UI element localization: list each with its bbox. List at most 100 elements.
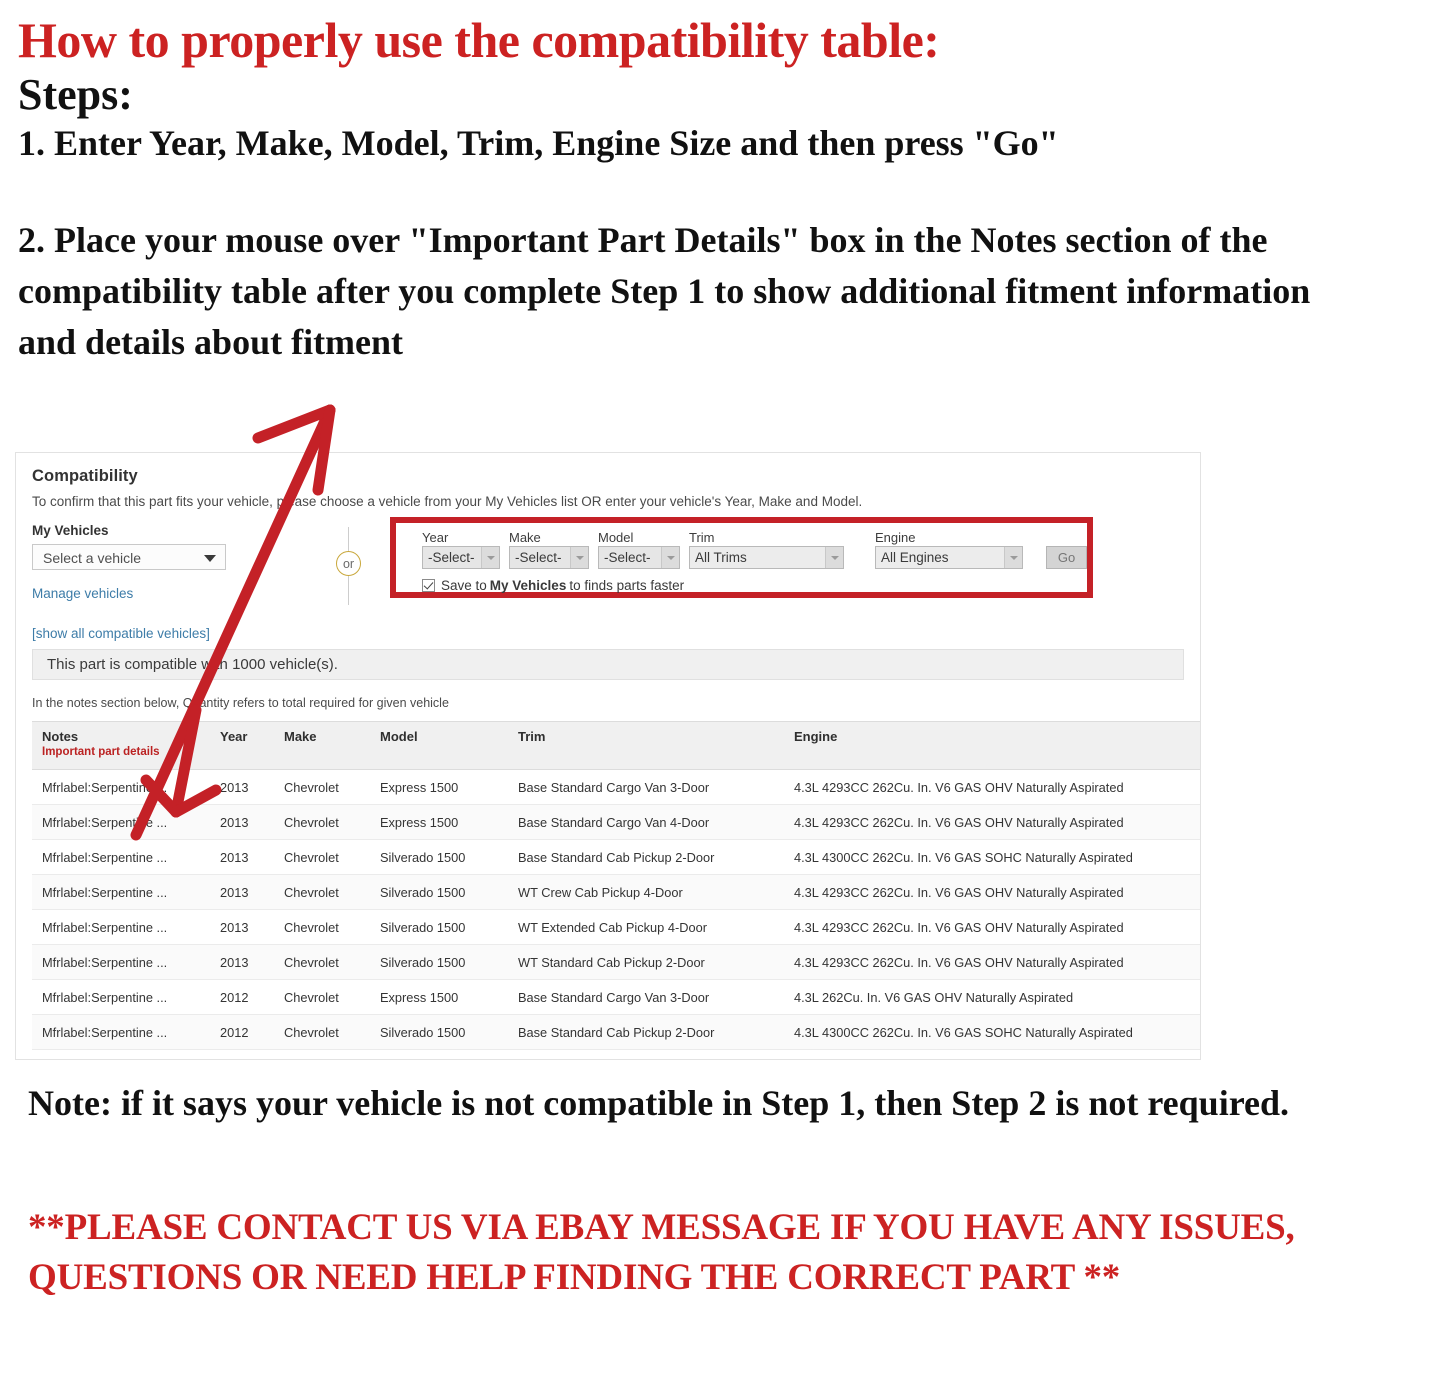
- engine-select-value: All Engines: [881, 550, 949, 565]
- make-select[interactable]: -Select-: [509, 546, 589, 569]
- vehicle-select-dropdown[interactable]: Select a vehicle: [32, 544, 226, 570]
- save-text-post: to finds parts faster: [569, 578, 685, 593]
- go-button[interactable]: Go: [1046, 546, 1087, 569]
- engine-field-group: Engine All Engines: [875, 530, 1023, 569]
- make-select-value: -Select-: [515, 550, 562, 565]
- cell-model: Express 1500: [370, 804, 508, 840]
- cell-year: 2013: [210, 944, 274, 980]
- make-label: Make: [509, 530, 541, 545]
- quantity-note: In the notes section below, Quantity ref…: [32, 696, 449, 710]
- page-title: How to properly use the compatibility ta…: [18, 12, 940, 68]
- important-part-details-label[interactable]: Important part details: [42, 746, 210, 758]
- save-to-my-vehicles-checkbox[interactable]: [422, 579, 435, 592]
- notes-header-label: Notes: [42, 729, 79, 744]
- my-vehicles-label: My Vehicles: [32, 523, 109, 538]
- chevron-down-icon: [570, 547, 588, 568]
- cell-model: Silverado 1500: [370, 874, 508, 910]
- year-select[interactable]: -Select-: [422, 546, 500, 569]
- fitment-table-body: Mfrlabel:Serpentine ... 2013 Chevrolet Expr…: [32, 769, 1200, 1059]
- cell-make: Chevrolet: [274, 944, 370, 980]
- cell-trim: Base Standard Cab Pickup 2-Door: [508, 1049, 784, 1059]
- or-divider: or: [332, 527, 366, 605]
- cell-notes[interactable]: Mfrlabel:Serpentine ...: [32, 769, 210, 805]
- vehicle-chooser-row: My Vehicles Select a vehicle Manage vehi…: [32, 517, 1184, 641]
- cell-year: 2013: [210, 909, 274, 945]
- cell-engine: 4.3L 4300CC 262Cu. In. V6 GAS SOHC Natur…: [784, 1049, 1200, 1059]
- cell-trim: Base Standard Cargo Van 3-Door: [508, 769, 784, 805]
- cell-notes[interactable]: Mfrlabel:Serpentine ...: [32, 839, 210, 875]
- save-to-my-vehicles-row[interactable]: Save to My Vehicles to finds parts faste…: [422, 578, 1087, 593]
- cell-engine: 4.3L 4300CC 262Cu. In. V6 GAS SOHC Natur…: [784, 1014, 1200, 1050]
- cell-model: Silverado 1500: [370, 1014, 508, 1050]
- table-row: Mfrlabel:Serpentine ... 2013 Chevrolet Silv…: [32, 909, 1200, 945]
- cell-notes[interactable]: Mfrlabel:Serpentine ...: [32, 1049, 210, 1059]
- footer-note: Note: if it says your vehicle is not com…: [28, 1083, 1290, 1123]
- steps-label: Steps:: [18, 70, 133, 119]
- cell-model: Express 1500: [370, 769, 508, 805]
- footer-contact-message: **PLEASE CONTACT US VIA EBAY MESSAGE IF …: [28, 1207, 1295, 1298]
- cell-trim: Base Standard Cargo Van 3-Door: [508, 979, 784, 1015]
- manage-vehicles-link[interactable]: Manage vehicles: [32, 586, 262, 601]
- cell-year: 2011: [210, 1049, 274, 1059]
- instructions-block: How to properly use the compatibility ta…: [18, 14, 1418, 368]
- engine-select[interactable]: All Engines: [875, 546, 1023, 569]
- cell-make: Chevrolet: [274, 874, 370, 910]
- save-text-bold: My Vehicles: [489, 578, 567, 593]
- cell-engine: 4.3L 4293CC 262Cu. In. V6 GAS OHV Natura…: [784, 874, 1200, 910]
- cell-year: 2012: [210, 1014, 274, 1050]
- cell-notes[interactable]: Mfrlabel:Serpentine ...: [32, 979, 210, 1015]
- table-row: Mfrlabel:Serpentine ... 2013 Chevrolet Expr…: [32, 804, 1200, 840]
- model-select-value: -Select-: [604, 550, 651, 565]
- cell-make: Chevrolet: [274, 769, 370, 805]
- year-label: Year: [422, 530, 449, 545]
- column-header-trim: Trim: [508, 721, 784, 770]
- vehicle-select-value: Select a vehicle: [43, 550, 142, 566]
- cell-engine: 4.3L 4293CC 262Cu. In. V6 GAS OHV Natura…: [784, 804, 1200, 840]
- cell-model: Express 1500: [370, 979, 508, 1015]
- cell-trim: WT Extended Cab Pickup 4-Door: [508, 909, 784, 945]
- year-field-group: Year -Select-: [422, 530, 500, 569]
- compatibility-subtitle: To confirm that this part fits your vehi…: [32, 494, 863, 509]
- cell-notes[interactable]: Mfrlabel:Serpentine ...: [32, 909, 210, 945]
- save-text-pre: Save to: [441, 578, 487, 593]
- chevron-down-icon: [481, 547, 499, 568]
- cell-trim: WT Crew Cab Pickup 4-Door: [508, 874, 784, 910]
- cell-year: 2013: [210, 804, 274, 840]
- table-row: Mfrlabel:Serpentine ... 2013 Chevrolet Silv…: [32, 839, 1200, 875]
- cell-trim: Base Standard Cargo Van 4-Door: [508, 804, 784, 840]
- cell-year: 2013: [210, 874, 274, 910]
- column-header-model: Model: [370, 721, 508, 770]
- cell-model: Silverado 1500: [370, 944, 508, 980]
- model-select[interactable]: -Select-: [598, 546, 680, 569]
- trim-select[interactable]: All Trims: [689, 546, 844, 569]
- table-row: Mfrlabel:Serpentine ... 2013 Chevrolet Expr…: [32, 769, 1200, 805]
- cell-year: 2013: [210, 839, 274, 875]
- column-header-notes: Notes Important part details: [32, 721, 210, 770]
- trim-label: Trim: [689, 530, 715, 545]
- cell-notes[interactable]: Mfrlabel:Serpentine ...: [32, 804, 210, 840]
- cell-engine: 4.3L 4293CC 262Cu. In. V6 GAS OHV Natura…: [784, 909, 1200, 945]
- cell-engine: 4.3L 4293CC 262Cu. In. V6 GAS OHV Natura…: [784, 769, 1200, 805]
- year-select-value: -Select-: [428, 550, 475, 565]
- cell-engine: 4.3L 262Cu. In. V6 GAS OHV Naturally Asp…: [784, 979, 1200, 1015]
- cell-make: Chevrolet: [274, 1049, 370, 1059]
- model-label: Model: [598, 530, 634, 545]
- table-row: Mfrlabel:Serpentine ... 2012 Chevrolet Expr…: [32, 979, 1200, 1015]
- cell-make: Chevrolet: [274, 839, 370, 875]
- cell-make: Chevrolet: [274, 804, 370, 840]
- cell-notes[interactable]: Mfrlabel:Serpentine ...: [32, 1014, 210, 1050]
- cell-make: Chevrolet: [274, 979, 370, 1015]
- show-all-compatible-vehicles-link[interactable]: [show all compatible vehicles]: [32, 626, 262, 641]
- table-row: Mfrlabel:Serpentine ... 2013 Chevrolet Silv…: [32, 944, 1200, 980]
- cell-notes[interactable]: Mfrlabel:Serpentine ...: [32, 944, 210, 980]
- compatibility-heading: Compatibility: [32, 467, 138, 485]
- cell-year: 2012: [210, 979, 274, 1015]
- cell-model: Silverado 1500: [370, 1049, 508, 1059]
- cell-model: Silverado 1500: [370, 839, 508, 875]
- cell-notes[interactable]: Mfrlabel:Serpentine ...: [32, 874, 210, 910]
- cell-make: Chevrolet: [274, 909, 370, 945]
- chevron-down-icon: [204, 555, 216, 562]
- cell-make: Chevrolet: [274, 1014, 370, 1050]
- cell-engine: 4.3L 4293CC 262Cu. In. V6 GAS OHV Natura…: [784, 944, 1200, 980]
- table-row: Mfrlabel:Serpentine ... 2013 Chevrolet Silv…: [32, 874, 1200, 910]
